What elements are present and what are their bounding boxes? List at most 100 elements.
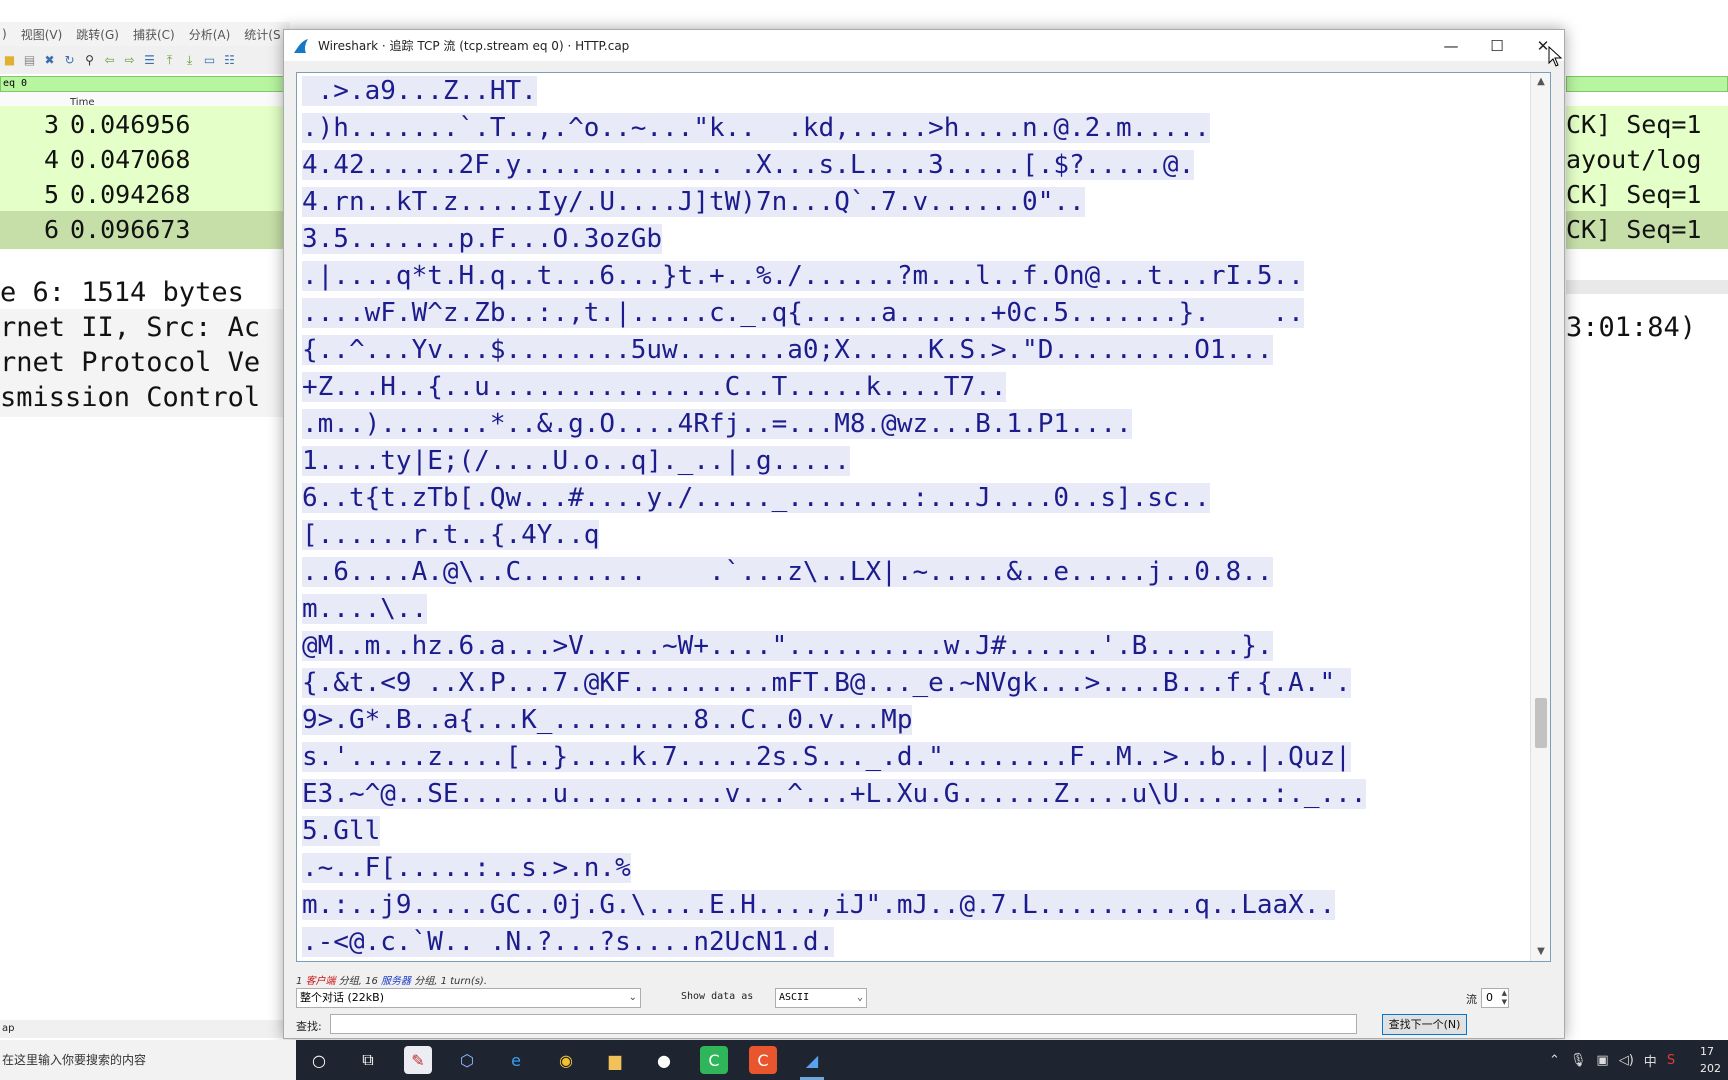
detail-ethernet[interactable]: rnet II, Src: Ac <box>0 309 290 347</box>
dialog-title: Wireshark · 追踪 TCP 流 (tcp.stream eq 0) ·… <box>318 39 630 53</box>
go-forward-icon[interactable]: ⇨ <box>122 53 137 68</box>
wireshark-taskbar-icon[interactable]: ◢ <box>798 1046 826 1080</box>
packet-row[interactable]: 3 0.046956 <box>0 106 290 144</box>
taskbar-clock[interactable]: 17 202 <box>1700 1043 1721 1077</box>
open-file-icon[interactable]: ■ <box>2 53 17 68</box>
packet-info[interactable]: CK] Seq=1 <box>1566 211 1728 249</box>
cortana-icon[interactable]: ○ <box>305 1046 333 1074</box>
detail-ethernet-right[interactable]: 3:01:84) <box>1566 309 1728 347</box>
stream-line[interactable]: .~..F[.....:..s.>.n.% <box>302 850 1527 887</box>
packet-info[interactable]: ayout/log <box>1566 141 1728 179</box>
packet-row[interactable]: 5 0.094268 <box>0 176 290 214</box>
camtasia-icon[interactable]: C <box>700 1046 728 1074</box>
clients-label: 客户端 <box>305 976 336 987</box>
stream-line-text: m....\.. <box>302 594 428 624</box>
task-view-icon[interactable]: ⧉ <box>354 1046 382 1074</box>
packet-info[interactable]: CK] Seq=1 <box>1566 176 1728 214</box>
stream-line[interactable]: m....\.. <box>302 591 1527 628</box>
last-packet-icon[interactable]: ⤓ <box>182 53 197 68</box>
go-back-icon[interactable]: ⇦ <box>102 53 117 68</box>
stream-line[interactable]: .>.a9...Z..HT. <box>302 73 1527 110</box>
chrome-browser-icon[interactable]: ◉ <box>552 1046 580 1074</box>
stream-line[interactable]: ..6....A.@\..C........ .`...z\..LX|.~...… <box>302 554 1527 591</box>
menu-statistics[interactable]: 统计(S <box>244 26 280 43</box>
volume-icon[interactable]: ◁) <box>1619 1053 1634 1068</box>
stream-line[interactable]: E3.~^@..SE......u..........v...^...+L.Xu… <box>302 776 1527 813</box>
chevron-up-icon[interactable]: ⌃ <box>1549 1053 1560 1068</box>
packet-row-selected[interactable]: 6 0.096673 <box>0 211 290 249</box>
qq-icon[interactable]: ● <box>650 1046 678 1074</box>
detail-tcp[interactable]: smission Control <box>0 379 290 417</box>
display-filter-bar[interactable]: eq 0 <box>0 76 290 92</box>
packet-row[interactable]: 4 0.047068 <box>0 141 290 179</box>
stream-line[interactable]: s.'.....z....[..}....k.7.....2s.S..._.d.… <box>302 739 1527 776</box>
pane-splitter-right[interactable] <box>1566 280 1728 294</box>
stream-line[interactable]: 4.rn..kT.z.....Iy/.U....J]tW)7n...Q`.7.v… <box>302 184 1527 221</box>
edge-browser-icon[interactable]: e <box>502 1046 530 1074</box>
stream-line[interactable]: m.:..j9.....GC..0j.G.\....E.H....,iJ".mJ… <box>302 887 1527 924</box>
find-packet-icon[interactable]: ⚲ <box>82 53 97 68</box>
stream-content[interactable]: .>.a9...Z..HT. .)h.......`.T..,.^o..~..."… <box>296 72 1551 962</box>
app-pinned-2-icon[interactable]: ⬡ <box>453 1046 481 1074</box>
stream-line[interactable]: +Z...H..{..u...............C..T.....k...… <box>302 369 1527 406</box>
scroll-up-icon[interactable]: ▲ <box>1531 73 1550 91</box>
app-pinned-1-icon[interactable]: ✎ <box>404 1046 432 1074</box>
scroll-thumb[interactable] <box>1535 698 1547 748</box>
stream-line[interactable]: .|....q*t.H.q..t...6...}t.+..%./......?m… <box>302 258 1527 295</box>
stream-line[interactable]: .m..).......*..&.g.O....4Rfj..=...M8.@wz… <box>302 406 1527 443</box>
reload-icon[interactable]: ↻ <box>62 53 77 68</box>
close-file-icon[interactable]: ✖ <box>42 53 57 68</box>
stream-text-area[interactable]: .>.a9...Z..HT. .)h.......`.T..,.^o..~..."… <box>297 73 1527 961</box>
menu-analyze[interactable]: 分析(A) <box>189 26 231 43</box>
file-explorer-icon[interactable]: ▆ <box>601 1046 629 1074</box>
stream-line-text: .m..).......*..&.g.O....4Rfj..=...M8.@wz… <box>302 409 1132 439</box>
find-next-button[interactable]: 查找下一个(N) <box>1382 1014 1467 1035</box>
stream-line[interactable]: .)h.......`.T..,.^o..~..."k.. .kd,.....>… <box>302 110 1527 147</box>
detail-ip[interactable]: rnet Protocol Ve <box>0 344 290 382</box>
dialog-titlebar[interactable]: Wireshark · 追踪 TCP 流 (tcp.stream eq 0) ·… <box>284 30 1564 61</box>
maximize-button[interactable]: ☐ <box>1474 30 1520 61</box>
menu-view[interactable]: 视图(V) <box>21 26 63 43</box>
stream-line[interactable]: 4.42......2F.y............. .X...s.L....… <box>302 147 1527 184</box>
stream-line[interactable]: 1....ty|E;(/....U.o..q]._..|.g..... <box>302 443 1527 480</box>
autoscroll-icon[interactable]: ▭ <box>202 53 217 68</box>
app-red-icon[interactable]: C <box>749 1046 777 1074</box>
packet-time: 0.046956 <box>70 110 191 139</box>
stream-line[interactable]: @M..m..hz.6.a...>V.....~W+....".........… <box>302 628 1527 665</box>
network-icon[interactable]: ▣ <box>1596 1053 1608 1068</box>
stream-line[interactable]: {..^...Yv...$........5uw.......a0;X.....… <box>302 332 1527 369</box>
stream-line[interactable]: .-<@.c.`W.. .N.?...?s....n2UcN1.d. <box>302 924 1527 961</box>
stream-line[interactable]: 3.5.......p.F...O.3ozGb <box>302 221 1527 258</box>
microphone-icon[interactable]: 🎙 <box>1570 1053 1587 1068</box>
show-data-label: Show data as <box>681 991 754 1002</box>
minimize-button[interactable]: — <box>1428 30 1474 61</box>
vertical-scrollbar[interactable]: ▲ ▼ <box>1530 73 1550 961</box>
stream-line[interactable]: 9>.G*.B..a{...K_.........8..C..0.v...Mp <box>302 702 1527 739</box>
wireshark-fin-icon <box>294 38 308 53</box>
stream-line[interactable]: 5.Gll <box>302 813 1527 850</box>
menu-go[interactable]: 跳转(G) <box>76 26 119 43</box>
stream-line[interactable]: [......r.t..{.4Y..q <box>302 517 1527 554</box>
stream-number-stepper[interactable]: 0 ▲ ▼ <box>1481 988 1509 1008</box>
taskbar-search-input[interactable]: 在这里输入你要搜索的内容 <box>0 1040 296 1080</box>
go-to-packet-icon[interactable]: ☰ <box>142 53 157 68</box>
input-method-indicator[interactable]: 中 <box>1644 1051 1657 1070</box>
save-file-icon[interactable]: ▤ <box>22 53 37 68</box>
main-toolbar: ■ ▤ ✖ ↻ ⚲ ⇦ ⇨ ☰ ⤒ ⤓ ▭ ☷ <box>0 46 290 74</box>
stepper-arrows-icon[interactable]: ▲ ▼ <box>1502 989 1507 1007</box>
detail-frame[interactable]: e 6: 1514 bytes <box>0 274 290 312</box>
menu-capture[interactable]: 捕获(C) <box>133 26 175 43</box>
packet-info[interactable]: CK] Seq=1 <box>1566 106 1728 144</box>
scroll-down-icon[interactable]: ▼ <box>1531 943 1550 961</box>
first-packet-icon[interactable]: ⤒ <box>162 53 177 68</box>
find-input[interactable] <box>330 1014 1357 1034</box>
stream-line[interactable]: 6..t{t.zTb[.Qw...#....y./....._........:… <box>302 480 1527 517</box>
display-filter-bar-right[interactable] <box>1566 76 1728 92</box>
stream-line[interactable]: {.&t.<9 ..X.P...7.@KF.........mFT.B@..._… <box>302 665 1527 702</box>
menu-item[interactable]: ) <box>2 27 7 41</box>
stream-line[interactable]: ....wF.W^z.Zb..:.,t.|.....c._.q{.....a..… <box>302 295 1527 332</box>
sogou-input-icon[interactable]: S <box>1667 1053 1675 1068</box>
colorize-icon[interactable]: ☷ <box>222 53 237 68</box>
show-data-select[interactable]: ASCII ⌄ <box>775 988 867 1008</box>
conversation-select[interactable]: 整个对话 (22kB) ⌄ <box>296 988 641 1008</box>
